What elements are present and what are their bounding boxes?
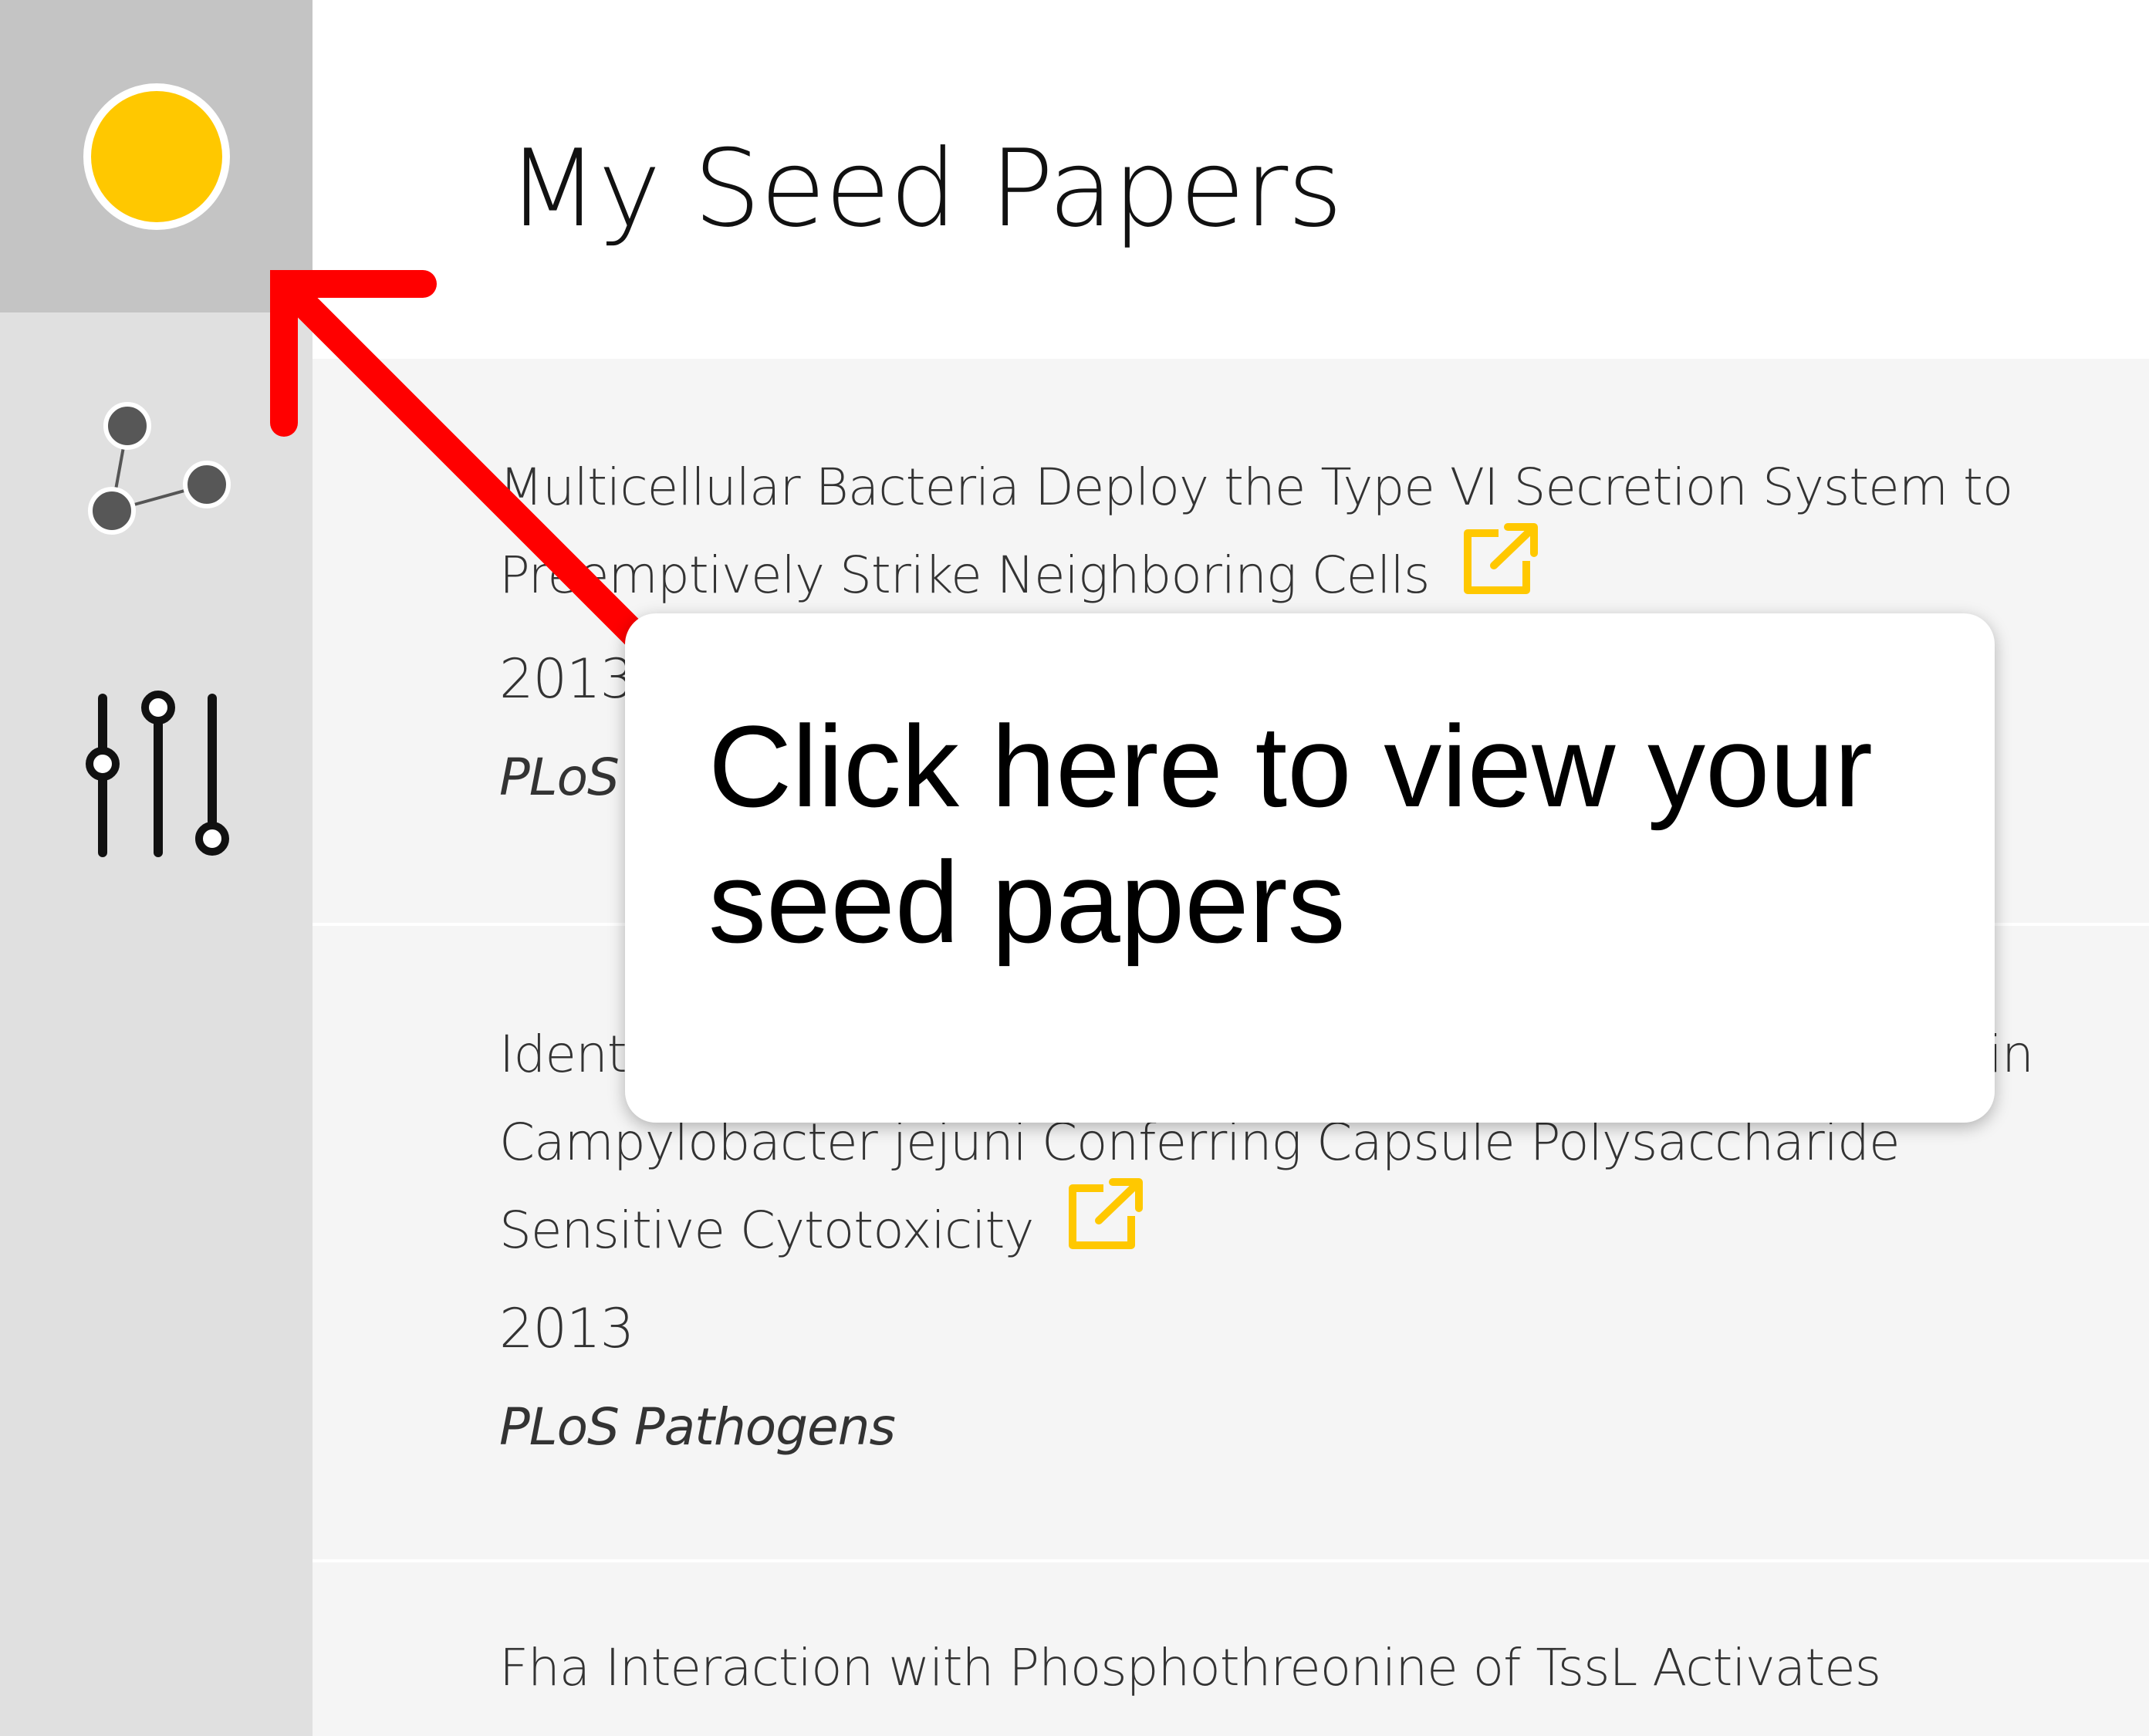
external-link-icon[interactable] [1065, 1177, 1145, 1278]
sidebar [0, 0, 313, 1736]
onboarding-tooltip: Click here to view your seed papers [625, 613, 1995, 1123]
sidebar-item-seed-papers[interactable] [0, 0, 313, 312]
paper-title-text[interactable]: Fha Interaction with Phosphothreonine of… [499, 1638, 1881, 1697]
page-title: My Seed Papers [507, 127, 1343, 251]
sliders-icon [85, 691, 229, 857]
sidebar-item-network[interactable] [0, 312, 313, 606]
sidebar-item-filters[interactable] [0, 606, 313, 945]
external-link-icon[interactable] [1460, 522, 1540, 623]
network-graph-icon [87, 402, 231, 535]
paper-year: 2013 [499, 1296, 634, 1360]
app-root: My Seed Papers Multicellular Bacteria De… [0, 0, 2149, 1736]
paper-journal: PLoS Pathogens [499, 1397, 896, 1457]
paper-card: Fha Interaction with Phosphothreonine of… [313, 1562, 2149, 1736]
paper-title[interactable]: Multicellular Bacteria Deploy the Type V… [499, 444, 2089, 623]
paper-year: 2013 [499, 647, 634, 711]
yellow-circle-icon [83, 83, 230, 230]
tooltip-text: Click here to view your seed papers [708, 701, 1873, 967]
paper-title[interactable]: Fha Interaction with Phosphothreonine of… [499, 1624, 2089, 1712]
paper-title-text[interactable]: Multicellular Bacteria Deploy the Type V… [499, 458, 2013, 605]
